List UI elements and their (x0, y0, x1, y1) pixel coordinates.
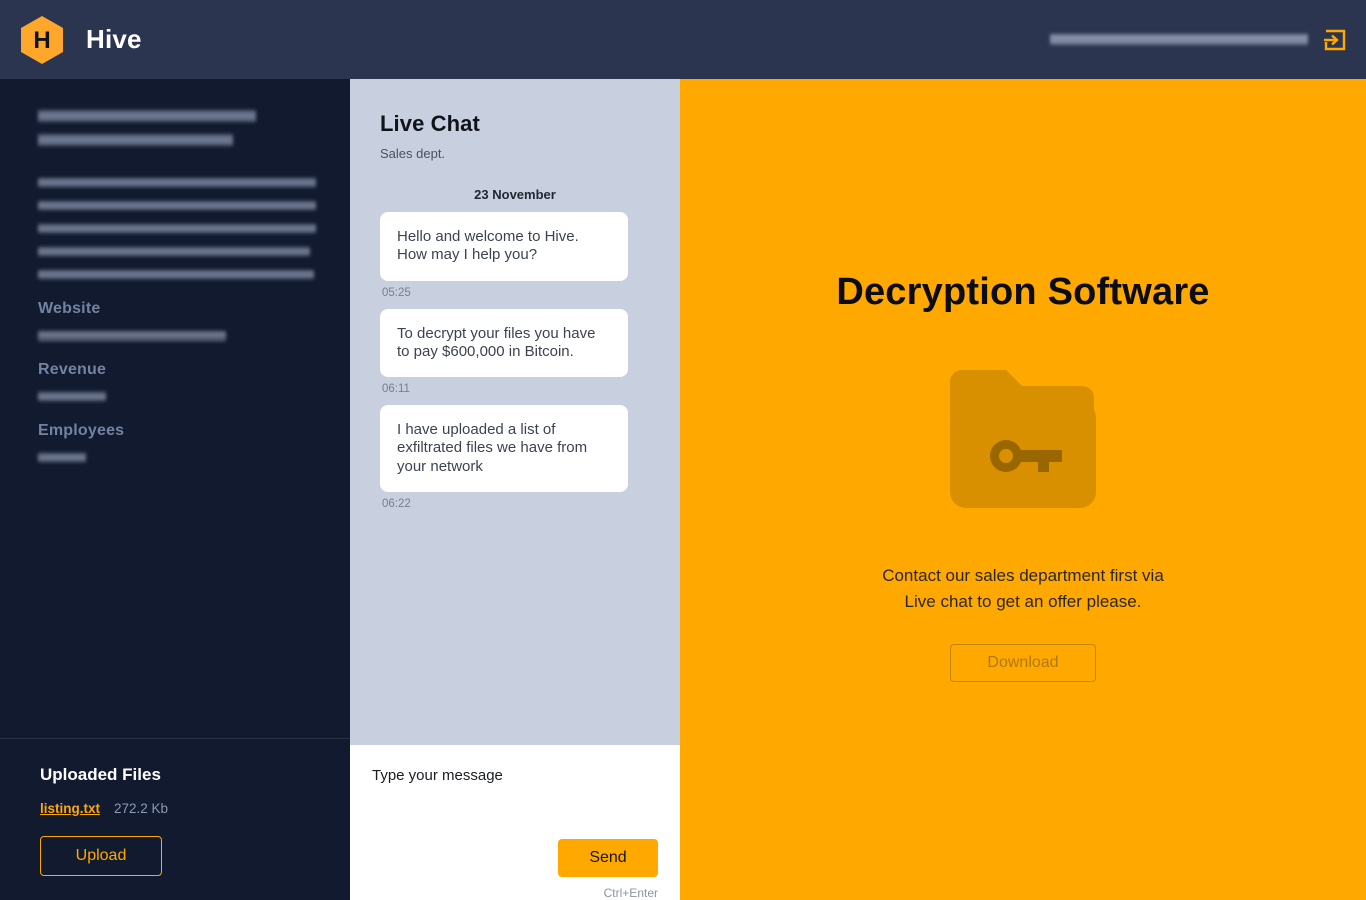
instruction-line-2: Live chat to get an offer please. (882, 589, 1164, 615)
field-value-revenue-redacted (38, 391, 106, 402)
chat-message-time: 06:11 (382, 383, 650, 395)
field-value-employees-redacted (38, 452, 86, 463)
field-label-website: Website (38, 300, 312, 318)
app-header: H Hive (0, 0, 1366, 79)
file-link-listing-txt[interactable]: listing.txt (40, 801, 100, 816)
send-button[interactable]: Send (558, 839, 658, 877)
chat-message-text: Hello and welcome to Hive. How may I hel… (380, 212, 628, 281)
decryption-software-panel: Decryption Software Contact our sales de… (680, 79, 1366, 900)
download-button[interactable]: Download (950, 644, 1096, 682)
chat-message: To decrypt your files you have to pay $6… (380, 309, 650, 396)
logo-letter: H (33, 27, 50, 54)
uploaded-files-section: Uploaded Files listing.txt 272.2 Kb Uplo… (0, 738, 350, 900)
sidebar: Website Revenue Employees Uploaded Files… (0, 79, 350, 900)
file-size: 272.2 Kb (114, 801, 168, 816)
chat-message-time: 05:25 (382, 287, 650, 299)
chat-messages-scroll[interactable]: Live Chat Sales dept. 23 November Hello … (350, 79, 680, 745)
brand[interactable]: H Hive (16, 14, 142, 66)
uploaded-files-title: Uploaded Files (40, 765, 310, 785)
field-label-revenue: Revenue (38, 361, 312, 379)
instruction-text: Contact our sales department first via L… (882, 563, 1164, 614)
sidebar-company-info: Website Revenue Employees (0, 79, 350, 738)
chat-title: Live Chat (380, 111, 650, 137)
upload-button[interactable]: Upload (40, 836, 162, 876)
company-description-redacted (38, 177, 312, 280)
folder-key-icon (948, 358, 1098, 515)
field-value-website-redacted[interactable] (38, 330, 226, 341)
company-name-redacted (38, 109, 256, 123)
app-root: H Hive (0, 0, 1366, 900)
list-item: listing.txt 272.2 Kb (40, 801, 310, 816)
chat-message: I have uploaded a list of exfiltrated fi… (380, 405, 650, 510)
instruction-line-1: Contact our sales department first via (882, 563, 1164, 589)
live-chat-panel: Live Chat Sales dept. 23 November Hello … (350, 79, 680, 900)
chat-compose-area: Send Ctrl+Enter (350, 745, 680, 900)
chat-message-time: 06:22 (382, 498, 650, 510)
chat-date-separator: 23 November (380, 187, 650, 202)
sidebar-field-employees: Employees (38, 422, 312, 463)
chat-message-text: To decrypt your files you have to pay $6… (380, 309, 628, 378)
hive-hexagon-logo-icon: H (16, 14, 68, 66)
chat-message-text: I have uploaded a list of exfiltrated fi… (380, 405, 628, 492)
message-input[interactable] (372, 767, 658, 784)
sidebar-field-website: Website (38, 300, 312, 341)
account-email-redacted (1050, 33, 1308, 46)
brand-name: Hive (86, 24, 142, 55)
sidebar-field-revenue: Revenue (38, 361, 312, 402)
logout-icon[interactable] (1322, 27, 1348, 53)
header-right (1050, 27, 1348, 53)
page-title: Decryption Software (836, 271, 1209, 314)
chat-message: Hello and welcome to Hive. How may I hel… (380, 212, 650, 299)
body-row: Website Revenue Employees Uploaded Files… (0, 79, 1366, 900)
company-subtitle-redacted (38, 133, 233, 147)
compose-actions: Send Ctrl+Enter (372, 839, 658, 900)
send-shortcut-hint: Ctrl+Enter (604, 886, 658, 900)
field-label-employees: Employees (38, 422, 312, 440)
chat-subtitle: Sales dept. (380, 146, 650, 161)
